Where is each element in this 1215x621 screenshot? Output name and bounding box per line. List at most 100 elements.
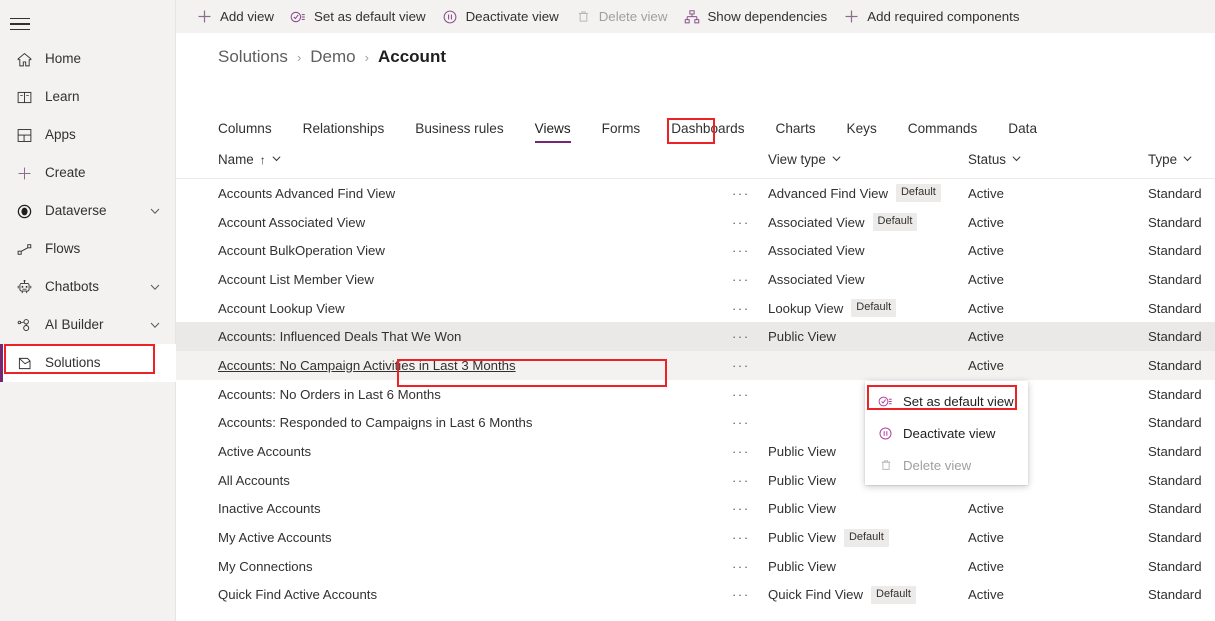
cell-more-commands[interactable]: ··· <box>732 186 768 201</box>
view-name-link[interactable]: Accounts: No Campaign Activities in Last… <box>218 358 516 373</box>
ellipsis-icon[interactable]: ··· <box>732 587 750 602</box>
sidebar-item-flows[interactable]: Flows <box>0 230 176 268</box>
table-row[interactable]: Accounts Advanced Find View ··· Advanced F… <box>176 179 1215 208</box>
cell-name[interactable]: Account BulkOperation View <box>218 243 732 258</box>
view-name-link[interactable]: All Accounts <box>218 473 290 488</box>
table-row[interactable]: Accounts: Responded to Campaigns in Last… <box>176 409 1215 438</box>
cell-name[interactable]: Active Accounts <box>218 444 732 459</box>
view-name-link[interactable]: Account BulkOperation View <box>218 243 385 258</box>
cell-more-commands[interactable]: ··· <box>732 473 768 488</box>
tab-keys[interactable]: Keys <box>847 117 877 143</box>
cell-more-commands[interactable]: ··· <box>732 415 768 430</box>
table-row[interactable]: Inactive Accounts ··· Public View Active Sta… <box>176 495 1215 524</box>
set-as-default-view-button[interactable]: Set as default view <box>290 0 426 33</box>
table-row[interactable]: Account BulkOperation View ··· Associated … <box>176 236 1215 265</box>
cell-more-commands[interactable]: ··· <box>732 530 768 545</box>
sidebar-item-create[interactable]: Create <box>0 154 176 192</box>
cell-more-commands[interactable]: ··· <box>732 329 768 344</box>
table-row[interactable]: Account Associated View ··· Associated Vie… <box>176 208 1215 237</box>
view-name-link[interactable]: Account Lookup View <box>218 301 345 316</box>
ellipsis-icon[interactable]: ··· <box>732 301 750 316</box>
view-name-link[interactable]: Active Accounts <box>218 444 311 459</box>
view-name-link[interactable]: Accounts: No Orders in Last 6 Months <box>218 387 441 402</box>
chevron-down-icon[interactable] <box>271 152 282 167</box>
view-name-link[interactable]: My Connections <box>218 559 313 574</box>
table-row[interactable]: Accounts: No Campaign Activities in Last… <box>176 351 1215 380</box>
view-name-link[interactable]: Account List Member View <box>218 272 374 287</box>
ellipsis-icon[interactable]: ··· <box>732 272 750 287</box>
ellipsis-icon[interactable]: ··· <box>732 530 750 545</box>
cell-name[interactable]: All Accounts <box>218 473 732 488</box>
cell-name[interactable]: Inactive Accounts <box>218 501 732 516</box>
tab-commands[interactable]: Commands <box>908 117 978 143</box>
cell-name[interactable]: Accounts: No Campaign Activities in Last… <box>218 358 732 373</box>
add-required-components-button[interactable]: Add required components <box>843 0 1019 33</box>
table-row[interactable]: Account List Member View ··· Associated Vi… <box>176 265 1215 294</box>
tab-columns[interactable]: Columns <box>218 117 272 143</box>
chevron-down-icon[interactable] <box>831 152 842 167</box>
breadcrumb-item-solutions[interactable]: Solutions <box>218 47 288 67</box>
column-header-status[interactable]: Status <box>968 152 1148 167</box>
view-name-link[interactable]: Accounts: Influenced Deals That We Won <box>218 329 461 344</box>
sidebar-item-chatbots[interactable]: Chatbots <box>0 268 176 306</box>
table-row[interactable]: Accounts: No Orders in Last 6 Months···A… <box>176 380 1215 409</box>
hamburger-icon[interactable] <box>10 12 42 36</box>
cell-more-commands[interactable]: ··· <box>732 358 768 373</box>
view-name-link[interactable]: Accounts: Responded to Campaigns in Last… <box>218 415 533 430</box>
cell-more-commands[interactable]: ··· <box>732 444 768 459</box>
ellipsis-icon[interactable]: ··· <box>732 415 750 430</box>
column-header-type[interactable]: Type <box>1148 152 1215 167</box>
cell-more-commands[interactable]: ··· <box>732 301 768 316</box>
chevron-down-icon[interactable] <box>149 205 161 217</box>
table-row[interactable]: Account Lookup View ··· Lookup View Default… <box>176 294 1215 323</box>
view-name-link[interactable]: My Active Accounts <box>218 530 332 545</box>
show-dependencies-button[interactable]: Show dependencies <box>683 0 827 33</box>
sidebar-item-solutions[interactable]: Solutions <box>0 344 176 382</box>
sidebar-item-apps[interactable]: Apps <box>0 116 176 154</box>
column-header-name[interactable]: Name ↑ <box>218 152 732 167</box>
cell-more-commands[interactable]: ··· <box>732 272 768 287</box>
ellipsis-icon[interactable]: ··· <box>732 559 750 574</box>
cell-name[interactable]: Accounts: Responded to Campaigns in Last… <box>218 415 732 430</box>
cell-name[interactable]: Account Lookup View <box>218 301 732 316</box>
view-name-link[interactable]: Account Associated View <box>218 215 365 230</box>
breadcrumb-item-demo[interactable]: Demo <box>310 47 355 67</box>
table-row[interactable]: Accounts: Influenced Deals That We Won ··… <box>176 322 1215 352</box>
tab-relationships[interactable]: Relationships <box>303 117 385 143</box>
cell-name[interactable]: Accounts: Influenced Deals That We Won <box>218 329 732 344</box>
ellipsis-icon[interactable]: ··· <box>732 243 750 258</box>
tab-dashboards[interactable]: Dashboards <box>671 117 744 143</box>
column-header-view-type[interactable]: View type <box>768 152 968 167</box>
table-row[interactable]: My Connections ··· Public View Active Standa… <box>176 552 1215 581</box>
cell-more-commands[interactable]: ··· <box>732 559 768 574</box>
chevron-down-icon[interactable] <box>149 319 161 331</box>
ellipsis-icon[interactable]: ··· <box>732 186 750 201</box>
cell-more-commands[interactable]: ··· <box>732 501 768 516</box>
ellipsis-icon[interactable]: ··· <box>732 473 750 488</box>
cell-more-commands[interactable]: ··· <box>732 243 768 258</box>
context-menu-item-deactivate-view[interactable]: Deactivate view <box>865 417 1028 449</box>
cell-more-commands[interactable]: ··· <box>732 587 768 602</box>
table-row[interactable]: Quick Find Active Accounts ··· Quick Find … <box>176 581 1215 610</box>
chevron-down-icon[interactable] <box>1011 152 1022 167</box>
chevron-down-icon[interactable] <box>1182 152 1193 167</box>
tab-data[interactable]: Data <box>1008 117 1037 143</box>
tab-business-rules[interactable]: Business rules <box>415 117 503 143</box>
deactivate-view-button[interactable]: Deactivate view <box>442 0 559 33</box>
sidebar-item-home[interactable]: Home <box>0 40 176 78</box>
view-name-link[interactable]: Inactive Accounts <box>218 501 321 516</box>
chevron-down-icon[interactable] <box>149 281 161 293</box>
ellipsis-icon[interactable]: ··· <box>732 358 750 373</box>
cell-more-commands[interactable]: ··· <box>732 215 768 230</box>
ellipsis-icon[interactable]: ··· <box>732 215 750 230</box>
table-row[interactable]: All Accounts···Public ViewActiveStandard <box>176 466 1215 495</box>
add-view-button[interactable]: Add view <box>196 0 274 33</box>
sidebar-item-ai-builder[interactable]: AI Builder <box>0 306 176 344</box>
cell-name[interactable]: Quick Find Active Accounts <box>218 587 732 602</box>
cell-name[interactable]: My Active Accounts <box>218 530 732 545</box>
ellipsis-icon[interactable]: ··· <box>732 501 750 516</box>
cell-name[interactable]: My Connections <box>218 559 732 574</box>
tab-charts[interactable]: Charts <box>776 117 816 143</box>
view-name-link[interactable]: Quick Find Active Accounts <box>218 587 377 602</box>
sidebar-item-learn[interactable]: Learn <box>0 78 176 116</box>
